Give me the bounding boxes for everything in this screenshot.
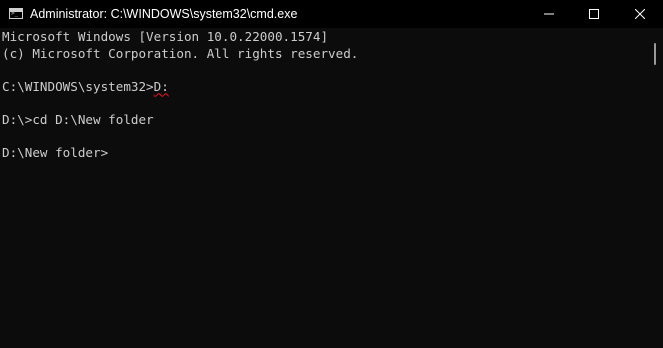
window-title: Administrator: C:\WINDOWS\system32\cmd.e… <box>30 7 298 21</box>
console-line: D:\>cd D:\New folder <box>2 111 154 127</box>
console-line: C:\WINDOWS\system32>D: <box>2 79 648 96</box>
prompt-text: C:\WINDOWS\system32> <box>2 78 154 94</box>
maximize-button[interactable] <box>571 0 617 28</box>
console-line: (c) Microsoft Corporation. All rights re… <box>2 45 359 61</box>
vertical-scrollbar[interactable] <box>648 28 663 348</box>
title-bar[interactable]: >_ Administrator: C:\WINDOWS\system32\cm… <box>0 0 663 28</box>
minimize-icon <box>544 13 554 15</box>
minimize-button[interactable] <box>526 0 572 28</box>
console-line: Microsoft Windows [Version 10.0.22000.15… <box>2 29 329 44</box>
console-line: D:\New folder> <box>2 144 109 160</box>
close-icon <box>635 9 645 19</box>
close-button[interactable] <box>617 0 663 28</box>
console-output[interactable]: Microsoft Windows [Version 10.0.22000.15… <box>0 28 648 348</box>
typed-command: D: <box>153 78 169 94</box>
cmd-icon[interactable]: >_ <box>9 8 23 19</box>
maximize-icon <box>589 9 599 19</box>
scroll-thumb[interactable] <box>654 43 656 65</box>
cmd-window: >_ Administrator: C:\WINDOWS\system32\cm… <box>0 0 663 348</box>
